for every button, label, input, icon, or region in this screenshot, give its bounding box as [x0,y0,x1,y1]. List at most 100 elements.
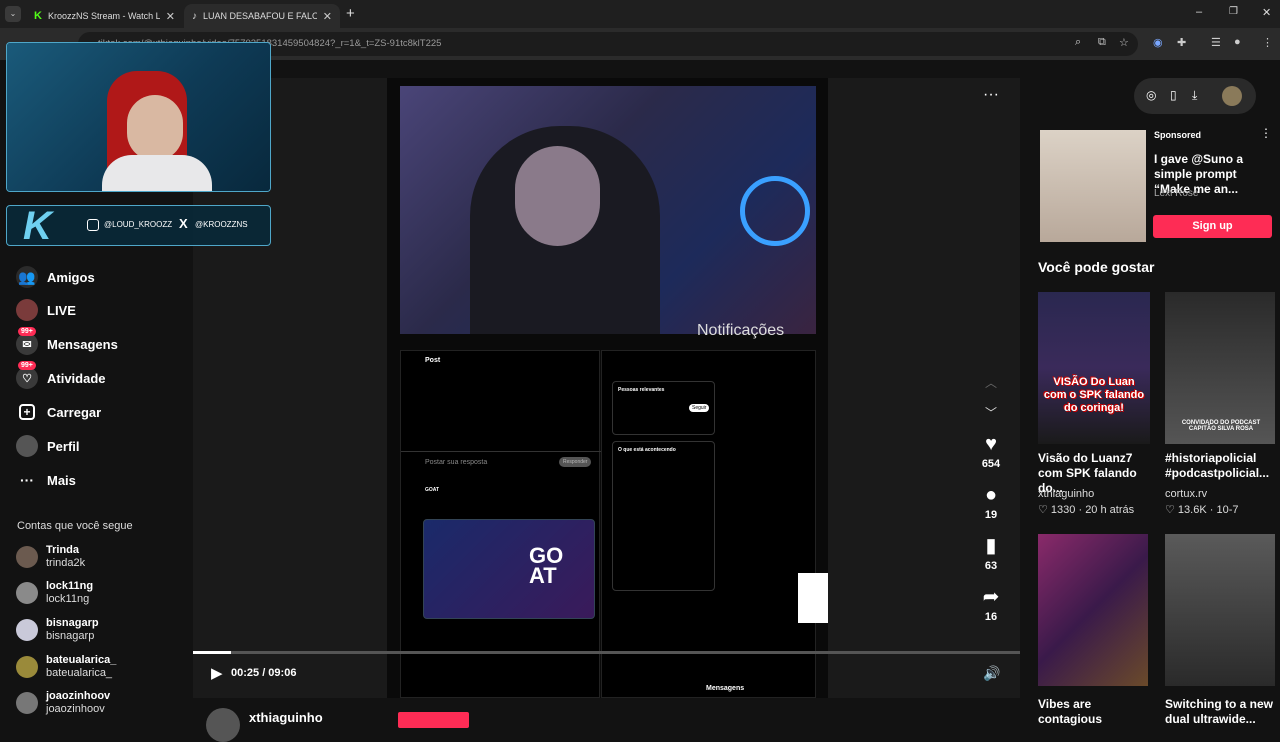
extension-audio-icon[interactable]: ◉ [1153,36,1163,49]
share-count: 16 [984,611,998,623]
install-app-icon[interactable]: ⧉ [1098,36,1106,49]
more-options-icon[interactable]: ··· [983,86,999,104]
post-date: 10-7 [1216,504,1239,516]
suggested-video-title[interactable]: Switching to a new dual ultrawide... [1165,697,1279,727]
bookmark-star-icon[interactable]: ☆ [1119,36,1129,49]
tab-tiktok-video[interactable]: ♪ LUAN DESABAFOU E FALOU TU ✕ [184,4,340,28]
embedded-post-panel: Post Postar sua resposta Responder GOAT … [400,350,601,698]
sidebar-item-profile[interactable]: Perfil [16,434,80,458]
author-avatar[interactable] [206,708,240,742]
avatar [16,546,38,568]
following-username: bisnagarp [46,630,95,642]
following-item[interactable]: bateualarica_ bateualarica_ [16,654,116,680]
whats-happening-title: O que está acontecendo [618,447,676,453]
following-item[interactable]: Trinda trinda2k [16,544,85,570]
close-tab-icon[interactable]: ✕ [323,10,332,23]
notifications-text: Notificações [697,322,785,339]
profile-avatar-icon[interactable]: ● [1234,36,1241,48]
author-name[interactable]: xthiaguinho [249,710,323,725]
live-icon [16,299,38,321]
following-item[interactable]: bisnagarp bisnagarp [16,617,99,643]
zoom-icon[interactable]: ⌕ [1075,36,1081,49]
post-divider [401,451,601,452]
reply-placeholder: Postar sua resposta [425,459,488,466]
right-column: ◎ ▯ ⤓ Sponsored ⋮ I gave @Suno a simple … [1020,60,1280,726]
new-tab-button[interactable]: + [346,5,355,22]
following-name: lock11ng [46,580,94,592]
reading-list-icon[interactable]: ☰ [1211,36,1221,49]
save-button[interactable]: ▮ 63 [973,535,1009,572]
mobile-icon[interactable]: ▯ [1170,88,1177,102]
sponsored-thumb[interactable] [1040,130,1146,242]
goat-name: GOAT [425,487,440,493]
suggested-video-stats: ♡ 13.6K · 10-7 [1165,504,1239,516]
sidebar-item-live[interactable]: LIVE [16,298,76,322]
suggested-video-title[interactable]: #historiapolicial #podcastpolicial... [1165,451,1279,481]
streamer-shirt [102,155,212,191]
x-logo-icon: X [179,216,188,231]
user-avatar[interactable] [1222,86,1242,106]
comment-icon: ● [984,484,998,506]
sponsored-author: Lexi Rose [1154,188,1199,199]
thumb-caption: VISÃO Do Luan com o SPK falando do corin… [1043,376,1145,414]
avatar [16,619,38,641]
heart-icon: ♥ [985,433,997,455]
messages-icon: ✉ 99+ [16,327,38,355]
browser-menu-icon[interactable]: ⋮ [1262,36,1273,49]
sidebar-item-label: Amigos [47,269,95,285]
signup-button[interactable]: Sign up [1153,215,1272,238]
next-video-icon[interactable]: ﹀ [985,404,997,421]
suggested-video-author[interactable]: cortux.rv [1165,488,1207,500]
like-button[interactable]: ♥ 654 [973,433,1009,470]
close-window-icon[interactable]: ✕ [1262,6,1271,19]
suggested-video-title[interactable]: Vibes are contagious [1038,697,1154,727]
volume-icon[interactable]: 🔊 [983,665,1000,682]
suggested-video-author[interactable]: xthiaguinho [1038,488,1094,500]
close-tab-icon[interactable]: ✕ [166,10,175,23]
suggested-video-thumb[interactable]: VISÃO Do Luan com o SPK falando do corin… [1038,292,1150,444]
like-count: 654 [981,458,1001,470]
suggested-video-thumb[interactable] [1038,534,1148,686]
following-item[interactable]: lock11ng lock11ng [16,580,93,606]
streamer-brand-bar: K @LOUD_KROOZZ X @KROOZZNS [6,204,271,248]
section-title: Você pode gostar [1038,259,1155,275]
sidebar-item-upload[interactable]: + Carregar [16,400,101,424]
video-player[interactable]: Notificações Post Postar sua resposta Re… [193,78,1020,698]
progress-track[interactable] [193,651,1020,654]
tab-label: KroozzNS Stream - Watch Live [47,11,160,21]
instagram-handle: @LOUD_KROOZZ [104,220,173,229]
minimize-window-icon[interactable]: – [1196,6,1202,18]
follow-author-button[interactable] [398,712,469,728]
sidebar-item-more[interactable]: ··· Mais [16,468,76,492]
video-frame[interactable]: Notificações Post Postar sua resposta Re… [387,78,828,698]
sidebar-item-friends[interactable]: 👥 Amigos [16,265,95,289]
share-icon: ➦ [982,586,1000,608]
sponsored-more-icon[interactable]: ⋮ [1260,126,1272,140]
tab-label: LUAN DESABAFOU E FALOU TU [203,11,317,21]
compass-icon[interactable]: ◎ [1146,88,1156,102]
comment-button[interactable]: ● 19 [973,484,1009,521]
play-icon[interactable]: ▶ [211,664,223,682]
friends-icon: 👥 [16,266,38,288]
comment-count: 19 [984,509,998,521]
following-username: bateualarica_ [46,667,113,679]
post-image: GO AT [423,519,595,619]
tab-search-button[interactable]: ⌄ [5,6,21,22]
tab-kroozz-stream[interactable]: K KroozzNS Stream - Watch Live ✕ [26,4,183,28]
extensions-puzzle-icon[interactable]: ✚ [1177,36,1186,49]
share-button[interactable]: ➦ 16 [973,586,1009,623]
sponsored-label: Sponsored [1154,130,1202,140]
suggested-video-thumb[interactable]: CONVIDADO DO PODCAST CAPITÃO SILVA ROSA [1165,292,1275,444]
follow-button: Seguir [689,404,710,412]
side-ad-card [798,573,828,623]
download-icon[interactable]: ⤓ [1192,88,1197,103]
previous-video-icon[interactable]: ︿ [985,374,997,391]
sidebar-item-messages[interactable]: ✉ 99+ Mensagens [16,327,118,356]
top-actions-pill: ◎ ▯ ⤓ [1134,78,1256,114]
sidebar-item-activity[interactable]: ♡ 99+ Atividade [16,361,106,390]
following-header: Contas que você segue [17,520,133,532]
sidebar-item-label: LIVE [47,302,76,318]
following-item[interactable]: joaozinhoov joaozinhoov [16,690,110,716]
suggested-video-thumb[interactable] [1165,534,1275,686]
restore-window-icon[interactable]: ❐ [1229,6,1238,17]
